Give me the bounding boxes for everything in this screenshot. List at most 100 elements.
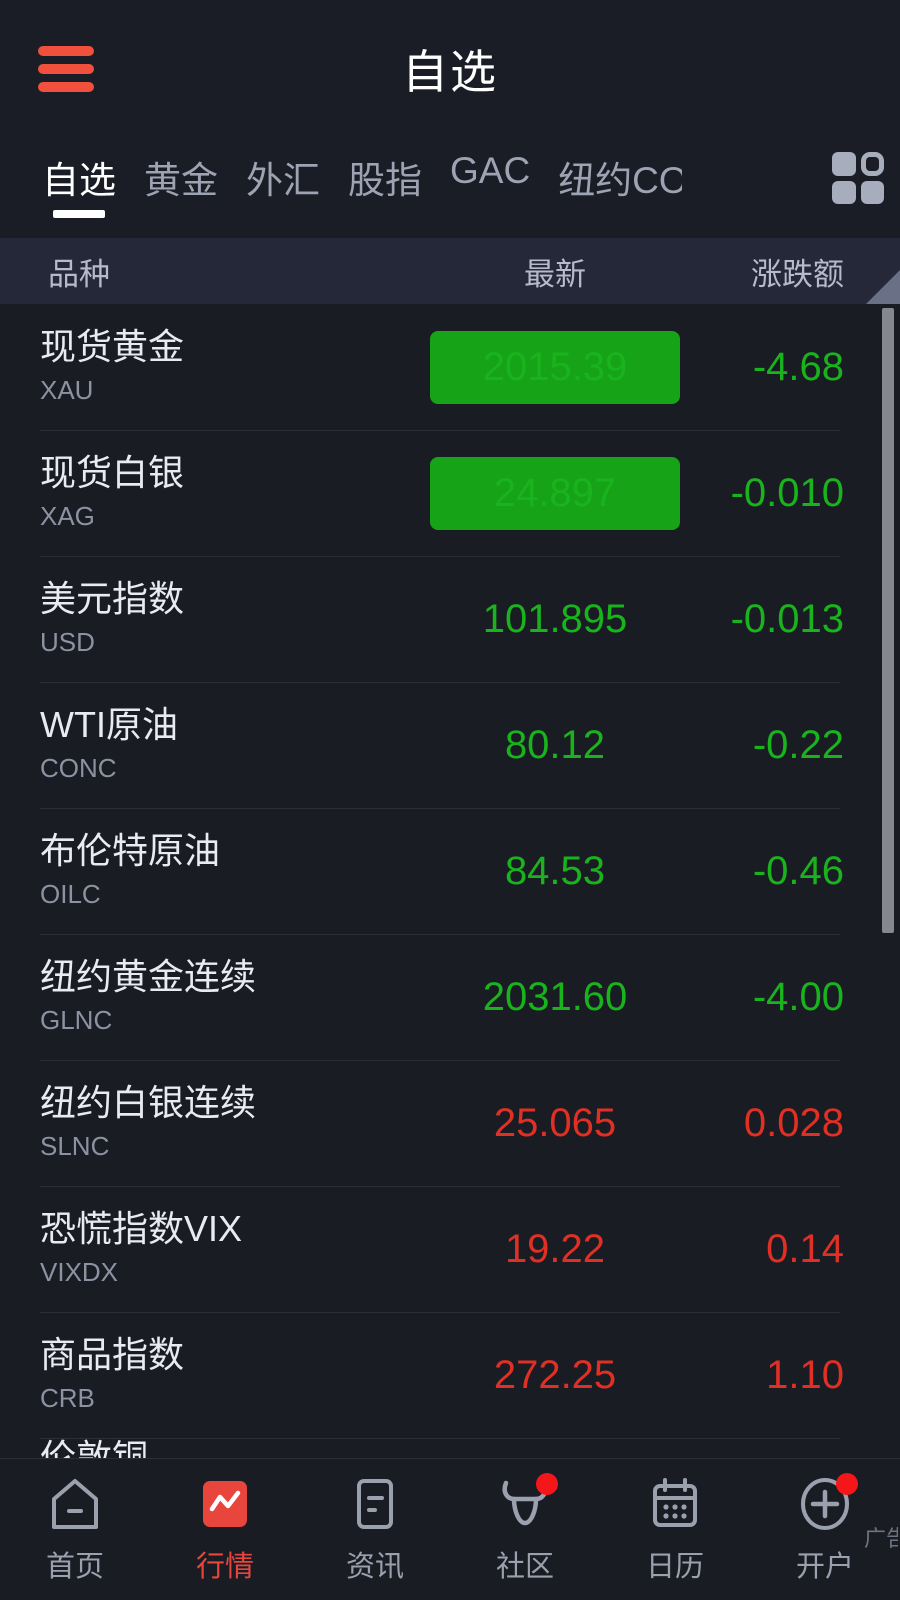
hamburger-bar bbox=[38, 46, 94, 56]
last-price: 80.12 bbox=[505, 723, 605, 768]
table-row[interactable]: 布伦特原油 OILC 84.53 -0.46 bbox=[0, 808, 900, 934]
last-price-cell: 84.53 bbox=[420, 849, 690, 894]
last-price-cell: 80.12 bbox=[420, 723, 690, 768]
nav-item-quotes[interactable]: 行情 bbox=[150, 1475, 300, 1585]
nav-item-community[interactable]: 社区 bbox=[450, 1475, 600, 1585]
instrument-name: WTI原油 bbox=[40, 704, 420, 746]
change-value: 0.14 bbox=[690, 1227, 900, 1272]
instrument-name: 纽约黄金连续 bbox=[40, 956, 420, 998]
table-row[interactable]: 现货黄金 XAU 2015.39 -4.68 bbox=[0, 304, 900, 430]
instrument-cell: 恐慌指数VIX VIXDX bbox=[0, 1208, 420, 1290]
calendar-icon bbox=[646, 1475, 704, 1533]
instrument-cell: 纽约黄金连续 GLNC bbox=[0, 956, 420, 1038]
instrument-code: OILC bbox=[40, 878, 420, 912]
instrument-cell: WTI原油 CONC bbox=[0, 704, 420, 786]
change-value: -0.46 bbox=[690, 849, 900, 894]
nav-item-news[interactable]: 资讯 bbox=[300, 1475, 450, 1585]
bull-icon bbox=[496, 1475, 554, 1533]
ad-label: 广告 bbox=[864, 1521, 898, 1553]
category-tabbar: 自选 黄金 外汇 股指 GAC 纽约CO bbox=[0, 138, 900, 238]
hamburger-bar bbox=[38, 82, 94, 92]
instrument-cell: 美元指数 USD bbox=[0, 578, 420, 660]
instrument-name: 恐慌指数VIX bbox=[40, 1208, 420, 1250]
tab-waihui[interactable]: 外汇 bbox=[232, 144, 334, 204]
instrument-code: CONC bbox=[40, 752, 420, 786]
tab-huangjin[interactable]: 黄金 bbox=[130, 144, 232, 204]
change-value: -0.013 bbox=[690, 597, 900, 642]
tab-label: 股指 bbox=[348, 160, 422, 201]
last-price: 2031.60 bbox=[483, 975, 628, 1020]
instrument-name: 美元指数 bbox=[40, 578, 420, 620]
table-row[interactable]: 美元指数 USD 101.895 -0.013 bbox=[0, 556, 900, 682]
last-price: 101.895 bbox=[483, 597, 628, 642]
nav-label: 资讯 bbox=[346, 1543, 404, 1585]
table-row[interactable]: 现货白银 XAG 24.897 -0.010 bbox=[0, 430, 900, 556]
instrument-name: 布伦特原油 bbox=[40, 830, 420, 872]
tab-label: 自选 bbox=[42, 160, 116, 201]
hamburger-icon[interactable] bbox=[38, 46, 94, 92]
nav-item-home[interactable]: 首页 bbox=[0, 1475, 150, 1585]
instrument-code: CRB bbox=[40, 1382, 420, 1416]
expand-corner-icon[interactable] bbox=[866, 270, 900, 304]
tab-zixuan[interactable]: 自选 bbox=[28, 144, 130, 204]
change-value: -0.010 bbox=[690, 471, 900, 516]
instrument-code: XAG bbox=[40, 500, 420, 534]
instrument-name: 现货白银 bbox=[40, 452, 420, 494]
column-header-name[interactable]: 品种 bbox=[0, 249, 420, 294]
column-header-last[interactable]: 最新 bbox=[420, 249, 690, 294]
instrument-cell: 纽约白银连续 SLNC bbox=[0, 1082, 420, 1164]
instrument-cell: 现货黄金 XAU bbox=[0, 326, 420, 408]
table-row[interactable]: 伦敦铜 bbox=[0, 1438, 900, 1460]
tab-label: 纽约CO bbox=[558, 160, 682, 201]
plus-circle-icon bbox=[796, 1475, 854, 1533]
news-icon bbox=[346, 1475, 404, 1533]
instrument-code: GLNC bbox=[40, 1004, 420, 1038]
tab-label: GAC bbox=[450, 150, 530, 191]
tab-active-indicator bbox=[53, 210, 105, 218]
last-price-cell: 2031.60 bbox=[420, 975, 690, 1020]
change-value: 0.028 bbox=[690, 1101, 900, 1146]
instrument-name: 伦敦铜 bbox=[40, 1438, 420, 1460]
nav-item-open-account[interactable]: 开户 广告 bbox=[750, 1475, 900, 1585]
last-price-cell: 19.22 bbox=[420, 1227, 690, 1272]
instrument-name: 纽约白银连续 bbox=[40, 1082, 420, 1124]
last-price-cell: 2015.39 bbox=[420, 331, 690, 404]
instrument-name: 现货黄金 bbox=[40, 326, 420, 368]
hamburger-bar bbox=[38, 64, 94, 74]
bottom-navigation: 首页 行情 资讯 bbox=[0, 1458, 900, 1600]
table-row[interactable]: 纽约黄金连续 GLNC 2031.60 -4.00 bbox=[0, 934, 900, 1060]
last-price-cell: 272.25 bbox=[420, 1353, 690, 1398]
home-icon bbox=[46, 1475, 104, 1533]
last-price-cell: 24.897 bbox=[420, 457, 690, 530]
instrument-cell: 伦敦铜 bbox=[0, 1438, 420, 1460]
nav-label: 行情 bbox=[196, 1543, 254, 1585]
change-value: -4.00 bbox=[690, 975, 900, 1020]
quote-list: 现货黄金 XAU 2015.39 -4.68 现货白银 XAG 24.897 -… bbox=[0, 304, 900, 1460]
tab-gac[interactable]: GAC bbox=[436, 144, 544, 192]
table-row[interactable]: WTI原油 CONC 80.12 -0.22 bbox=[0, 682, 900, 808]
notification-badge bbox=[536, 1473, 558, 1495]
grid-icon[interactable] bbox=[832, 152, 884, 204]
nav-label: 开户 bbox=[796, 1543, 854, 1585]
nav-item-calendar[interactable]: 日历 bbox=[600, 1475, 750, 1585]
instrument-name: 商品指数 bbox=[40, 1334, 420, 1376]
instrument-code: XAU bbox=[40, 374, 420, 408]
last-price: 24.897 bbox=[430, 457, 680, 530]
last-price: 272.25 bbox=[494, 1353, 616, 1398]
last-price: 25.065 bbox=[494, 1101, 616, 1146]
table-row[interactable]: 商品指数 CRB 272.25 1.10 bbox=[0, 1312, 900, 1438]
nav-label: 日历 bbox=[646, 1543, 704, 1585]
vertical-scrollbar[interactable] bbox=[882, 308, 894, 933]
table-row[interactable]: 恐慌指数VIX VIXDX 19.22 0.14 bbox=[0, 1186, 900, 1312]
last-price: 19.22 bbox=[505, 1227, 605, 1272]
instrument-cell: 现货白银 XAG bbox=[0, 452, 420, 534]
tab-guzhi[interactable]: 股指 bbox=[334, 144, 436, 204]
table-row[interactable]: 纽约白银连续 SLNC 25.065 0.028 bbox=[0, 1060, 900, 1186]
nav-label: 首页 bbox=[46, 1543, 104, 1585]
instrument-cell: 商品指数 CRB bbox=[0, 1334, 420, 1416]
grid-cell bbox=[861, 152, 885, 176]
tab-niuyueco[interactable]: 纽约CO bbox=[544, 144, 682, 204]
last-price: 2015.39 bbox=[430, 331, 680, 404]
instrument-code: VIXDX bbox=[40, 1256, 420, 1290]
notification-badge bbox=[836, 1473, 858, 1495]
